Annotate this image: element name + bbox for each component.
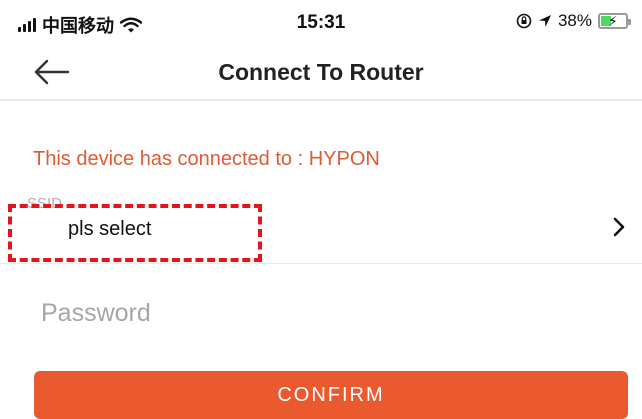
status-right: 38% ⚡ — [516, 11, 631, 31]
password-field[interactable] — [33, 290, 613, 336]
connection-status-text: This device has connected to : HYPON — [33, 148, 380, 170]
highlight-annotation — [8, 204, 262, 262]
status-bar: 中国移动 15:31 38% ⚡ — [0, 0, 642, 44]
battery-icon: ⚡ — [598, 13, 631, 29]
page-title: Connect To Router — [218, 59, 424, 85]
confirm-button[interactable]: CONFIRM — [34, 371, 628, 419]
battery-percent: 38% — [557, 11, 592, 30]
location-icon — [538, 15, 551, 27]
rotation-lock-icon — [516, 13, 532, 29]
app-header: Connect To Router — [0, 44, 642, 100]
charging-bolt-icon: ⚡ — [608, 13, 618, 29]
chevron-right-icon[interactable] — [612, 216, 626, 238]
